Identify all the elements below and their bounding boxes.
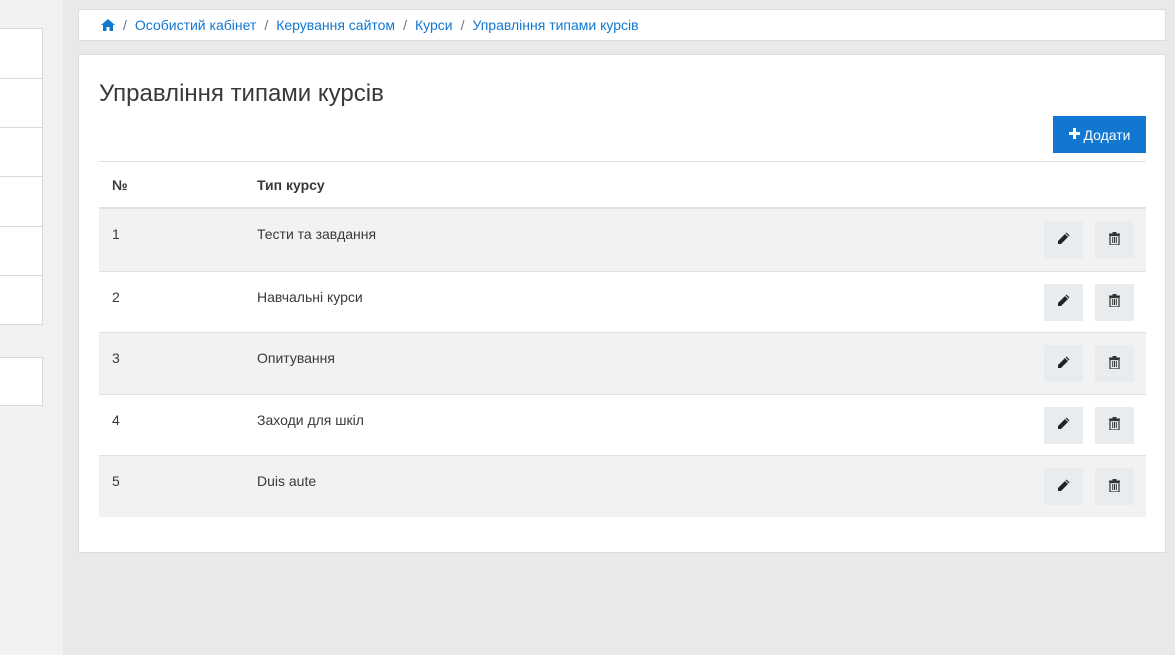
table-row: 5 Duis aute: [99, 455, 1146, 517]
pencil-icon: [1057, 232, 1070, 248]
row-number: 2: [112, 288, 120, 305]
breadcrumb-separator: /: [460, 17, 465, 33]
table-header: № Тип курсу: [99, 162, 1146, 209]
trash-icon: [1109, 355, 1120, 372]
course-types-table: № Тип курсу 1 Тести та завдання 2 Навчал…: [99, 161, 1146, 517]
delete-button[interactable]: [1095, 345, 1134, 382]
breadcrumb-separator: /: [403, 17, 407, 33]
pencil-icon: [1057, 356, 1070, 372]
breadcrumb-link-course-types[interactable]: Управління типами курсів: [472, 17, 638, 33]
table-row: 2 Навчальні курси: [99, 270, 1146, 333]
main-card: Управління типами курсів Додати № Тип ку…: [78, 54, 1166, 553]
table-body: 1 Тести та завдання 2 Навчальні курси 3 …: [99, 209, 1146, 517]
row-number: 5: [112, 473, 120, 489]
breadcrumb-separator: /: [264, 17, 269, 33]
trash-icon: [1109, 417, 1120, 433]
edit-button[interactable]: [1044, 283, 1083, 321]
edit-button[interactable]: [1044, 221, 1083, 258]
pencil-icon: [1057, 479, 1070, 495]
header-course-type: Тип курсу: [257, 176, 325, 193]
home-icon[interactable]: [101, 19, 115, 31]
edit-button[interactable]: [1044, 345, 1083, 382]
trash-icon: [1109, 478, 1120, 495]
row-number: 3: [112, 350, 120, 366]
row-number: 4: [112, 411, 120, 428]
edit-button[interactable]: [1044, 406, 1083, 444]
breadcrumb-link-dashboard[interactable]: Особистий кабінет: [135, 17, 256, 33]
table-row: 4 Заходи для шкіл: [99, 393, 1146, 456]
table-row: 1 Тести та завдання: [99, 209, 1146, 271]
edit-button[interactable]: [1044, 468, 1083, 505]
plus-icon: [1068, 127, 1080, 143]
row-course-type: Заходи для шкіл: [257, 411, 364, 428]
delete-button[interactable]: [1095, 221, 1134, 258]
pencil-icon: [1057, 294, 1070, 310]
left-sidebar: [0, 0, 63, 655]
trash-icon: [1109, 294, 1120, 310]
add-button[interactable]: Додати: [1053, 116, 1146, 153]
row-course-type: Тести та завдання: [257, 226, 377, 242]
page-title: Управління типами курсів: [99, 80, 384, 107]
header-number: №: [112, 176, 128, 193]
delete-button[interactable]: [1095, 468, 1134, 505]
add-button-label: Додати: [1083, 126, 1131, 143]
delete-button[interactable]: [1095, 283, 1134, 321]
row-course-type: Опитування: [257, 350, 335, 366]
table-row: 3 Опитування: [99, 332, 1146, 394]
trash-icon: [1109, 231, 1120, 248]
breadcrumb-link-courses[interactable]: Курси: [415, 17, 453, 33]
breadcrumb: / Особистий кабінет / Керування сайтом /…: [78, 9, 1166, 41]
delete-button[interactable]: [1095, 406, 1134, 444]
sidebar-nav-block: [0, 28, 43, 325]
row-number: 1: [112, 226, 120, 242]
pencil-icon: [1057, 417, 1070, 433]
row-course-type: Duis aute: [257, 473, 317, 489]
breadcrumb-link-site-admin[interactable]: Керування сайтом: [276, 17, 395, 33]
row-course-type: Навчальні курси: [257, 288, 363, 305]
sidebar-secondary-block: [0, 357, 43, 406]
breadcrumb-separator: /: [123, 17, 127, 33]
